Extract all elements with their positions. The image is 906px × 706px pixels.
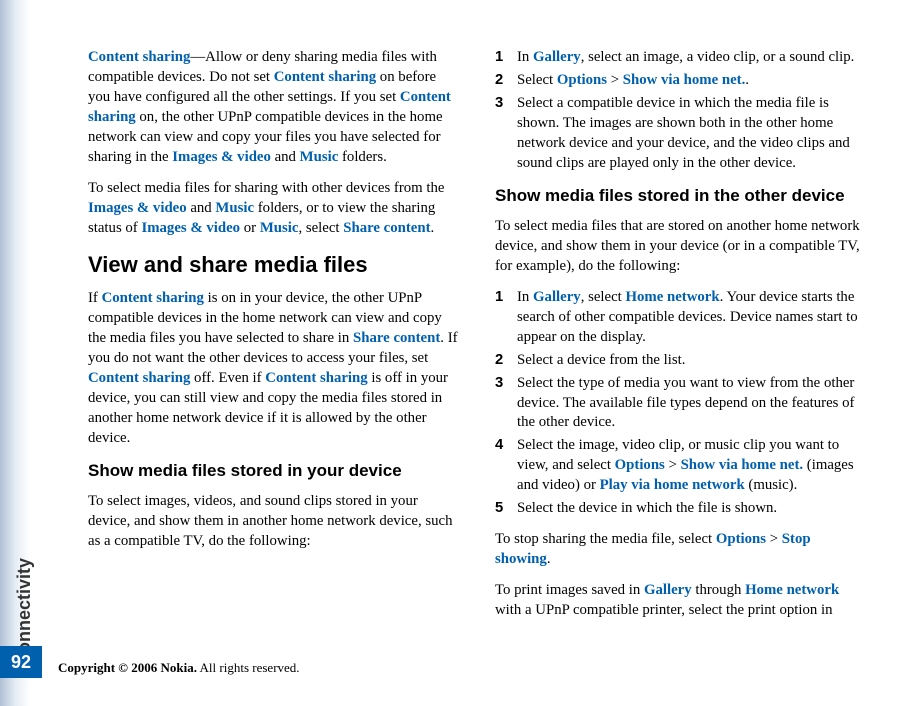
keyword: Images & video: [88, 200, 187, 216]
keyword: Show via home net.: [623, 72, 746, 88]
page-content: Content sharing—Allow or deny sharing me…: [88, 48, 866, 636]
rights-text: All rights reserved.: [197, 660, 300, 675]
keyword: Music: [300, 149, 339, 165]
paragraph: To print images saved in Gallery through…: [495, 581, 866, 621]
footer: Copyright © 2006 Nokia. All rights reser…: [58, 660, 300, 676]
list-item: 5Select the device in which the file is …: [495, 499, 866, 519]
list-item: 3Select a compatible device in which the…: [495, 94, 866, 174]
heading-view-share: View and share media files: [88, 250, 459, 280]
paragraph: Content sharing—Allow or deny sharing me…: [88, 48, 459, 168]
keyword: Gallery: [644, 582, 692, 598]
heading-show-your-device: Show media files stored in your device: [88, 460, 459, 483]
section-label: Connectivity: [0, 0, 55, 706]
list-item: 1In Gallery, select Home network. Your d…: [495, 288, 866, 348]
sidebar: Connectivity: [0, 0, 55, 706]
keyword: Gallery: [533, 289, 581, 305]
page-number: 92: [0, 646, 42, 678]
list-item: 2Select Options > Show via home net..: [495, 71, 866, 91]
keyword: Options: [716, 531, 766, 547]
keyword: Share content: [343, 220, 430, 236]
list-item: 3Select the type of media you want to vi…: [495, 374, 866, 434]
steps-list: 1In Gallery, select an image, a video cl…: [495, 48, 866, 174]
keyword: Show via home net.: [681, 457, 804, 473]
keyword: Home network: [625, 289, 719, 305]
keyword: Content sharing: [274, 69, 376, 85]
list-item: 4Select the image, video clip, or music …: [495, 436, 866, 496]
keyword: Play via home network: [600, 477, 745, 493]
keyword: Music: [260, 220, 299, 236]
paragraph: To stop sharing the media file, select O…: [495, 530, 866, 570]
keyword: Home network: [745, 582, 839, 598]
keyword: Images & video: [141, 220, 240, 236]
paragraph: To select images, videos, and sound clip…: [88, 492, 459, 552]
heading-show-other-device: Show media files stored in the other dev…: [495, 185, 866, 208]
copyright: Copyright © 2006 Nokia.: [58, 660, 197, 675]
paragraph: To select media files that are stored on…: [495, 217, 866, 277]
keyword: Options: [615, 457, 665, 473]
list-item: 2Select a device from the list.: [495, 351, 866, 371]
keyword: Share content: [353, 330, 440, 346]
keyword: Content sharing: [102, 290, 204, 306]
left-column: Content sharing—Allow or deny sharing me…: [88, 48, 459, 636]
right-column: 1In Gallery, select an image, a video cl…: [495, 48, 866, 636]
keyword: Content sharing: [88, 370, 190, 386]
keyword: Gallery: [533, 49, 581, 65]
paragraph: To select media files for sharing with o…: [88, 179, 459, 239]
list-item: 1In Gallery, select an image, a video cl…: [495, 48, 866, 68]
keyword: Content sharing: [88, 49, 190, 65]
keyword: Options: [557, 72, 607, 88]
keyword: Content sharing: [265, 370, 367, 386]
keyword: Images & video: [172, 149, 271, 165]
paragraph: If Content sharing is on in your device,…: [88, 289, 459, 449]
keyword: Music: [215, 200, 254, 216]
steps-list: 1In Gallery, select Home network. Your d…: [495, 288, 866, 520]
